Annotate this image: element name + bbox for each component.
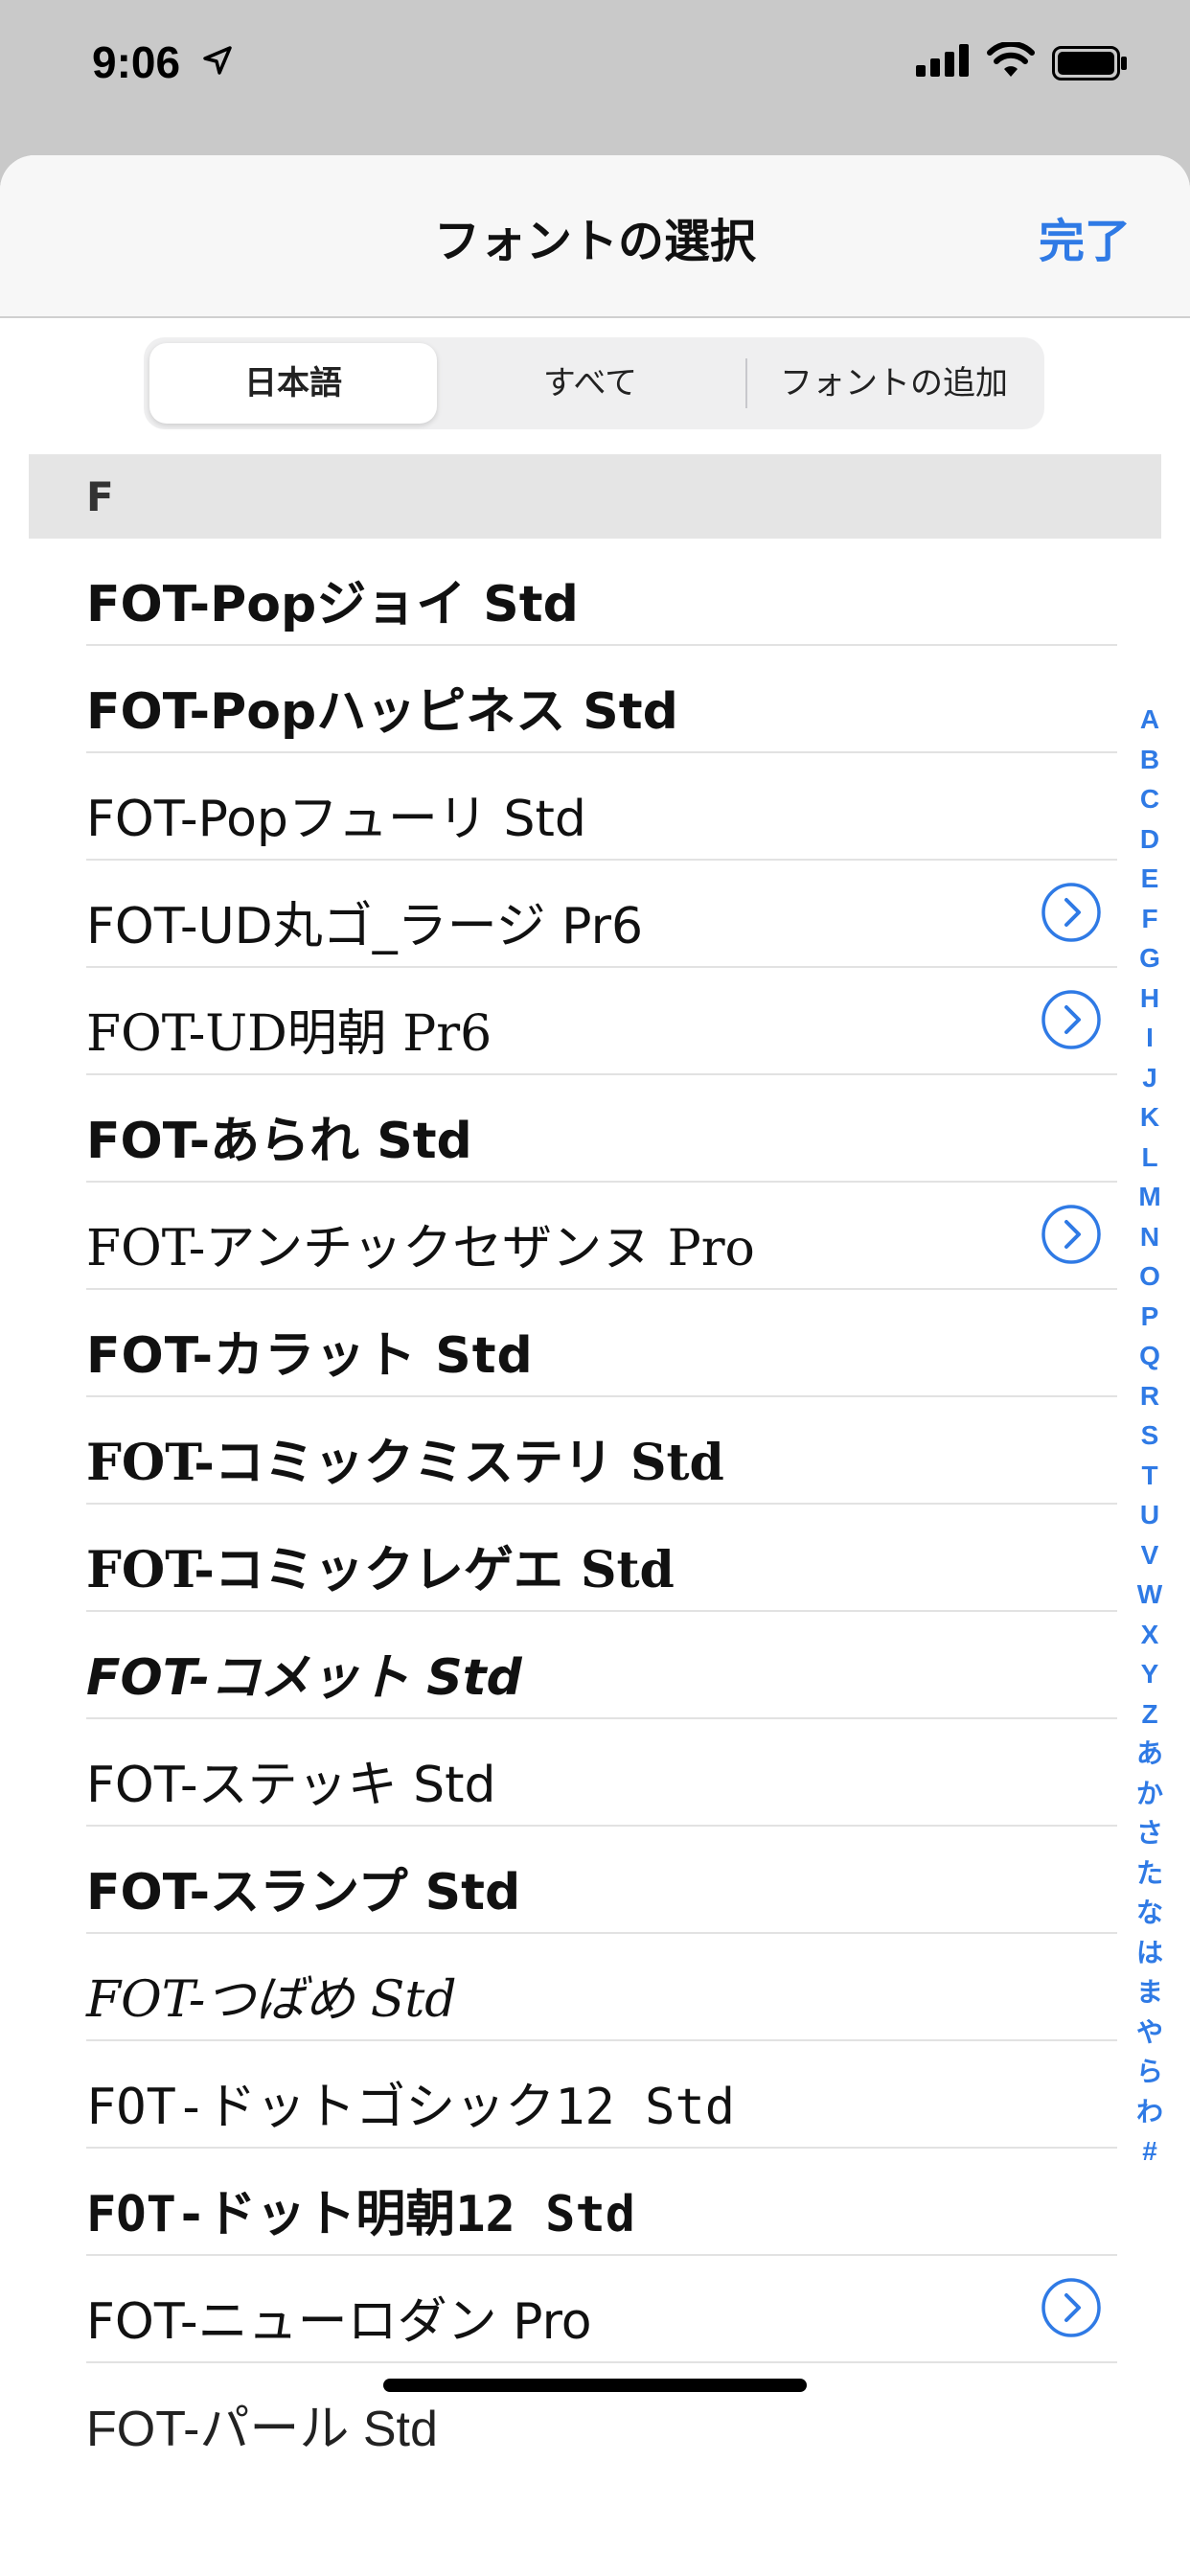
font-name-label: FOT-カラット Std: [86, 1327, 534, 1385]
index-letter[interactable]: G: [1127, 938, 1173, 978]
index-letter[interactable]: B: [1127, 740, 1173, 780]
segmented-control: 日本語 すべて フォントの追加: [144, 337, 1044, 429]
font-row[interactable]: FOT-ドットゴシック12 Std: [86, 2041, 1117, 2149]
font-name-label: FOT-コメット Std: [86, 1649, 522, 1707]
wifi-icon: [987, 42, 1035, 77]
detail-disclosure-icon[interactable]: [1041, 1204, 1102, 1265]
index-letter[interactable]: か: [1127, 1774, 1173, 1814]
font-row[interactable]: FOT-ニューロダン Pro: [86, 2256, 1117, 2363]
font-name-label: FOT-UD丸ゴ_ラージ Pr6: [86, 898, 644, 955]
detail-disclosure-icon[interactable]: [1041, 989, 1102, 1050]
status-bar: 9:06: [0, 0, 1190, 144]
index-letter[interactable]: P: [1127, 1297, 1173, 1337]
page-title: フォントの選択: [433, 215, 756, 268]
font-row[interactable]: FOT-アンチックセザンヌ Pro: [86, 1183, 1117, 1290]
font-row[interactable]: FOT-UD明朝 Pr6: [86, 968, 1117, 1075]
index-letter[interactable]: な: [1127, 1893, 1173, 1933]
index-letter[interactable]: D: [1127, 819, 1173, 860]
index-letter[interactable]: #: [1127, 2131, 1173, 2172]
font-name-label: FOT-ニューロダン Pro: [86, 2293, 592, 2351]
segment-all[interactable]: すべて: [446, 343, 734, 424]
font-row[interactable]: FOT-あられ Std: [86, 1075, 1117, 1183]
font-name-label: FOT-つばめ Std: [86, 1971, 457, 2029]
section-header-label: F: [86, 473, 114, 520]
font-name-label: FOT-パール Std: [86, 2402, 438, 2457]
font-name-label: FOT-ドットゴシック12 Std: [86, 2079, 736, 2136]
font-name-label: FOT-アンチックセザンヌ Pro: [86, 1220, 755, 1277]
index-letter[interactable]: や: [1127, 2012, 1173, 2053]
index-letter[interactable]: ら: [1127, 2052, 1173, 2092]
segment-divider: [745, 358, 747, 408]
font-name-label: FOT-あられ Std: [86, 1113, 472, 1170]
font-name-label: FOT-ドット明朝12 Std: [86, 2186, 636, 2243]
index-letter[interactable]: Q: [1127, 1336, 1173, 1376]
index-letter[interactable]: わ: [1127, 2092, 1173, 2132]
font-name-label: FOT-ステッキ Std: [86, 1757, 496, 1814]
index-letter[interactable]: T: [1127, 1456, 1173, 1496]
cellular-signal-icon: [916, 44, 969, 77]
font-row[interactable]: FOT-ステッキ Std: [86, 1719, 1117, 1827]
font-row[interactable]: FOT-UD丸ゴ_ラージ Pr6: [86, 861, 1117, 968]
index-letter[interactable]: J: [1127, 1058, 1173, 1098]
index-letter[interactable]: O: [1127, 1256, 1173, 1297]
index-letter[interactable]: Z: [1127, 1694, 1173, 1735]
font-name-label: FOT-Popジョイ Std: [86, 576, 579, 633]
font-row[interactable]: FOT-カラット Std: [86, 1290, 1117, 1397]
segment-add-fonts[interactable]: フォントの追加: [749, 343, 1039, 424]
location-arrow-icon: [203, 46, 232, 75]
index-letter[interactable]: A: [1127, 700, 1173, 740]
index-letter[interactable]: I: [1127, 1018, 1173, 1058]
font-list: FOT-Popジョイ Std FOT-Popハッピネス Std FOT-Popフュー…: [0, 539, 1190, 2469]
index-letter[interactable]: L: [1127, 1138, 1173, 1178]
font-name-label: FOT-コミックミステリ Std: [86, 1434, 724, 1492]
index-letter[interactable]: S: [1127, 1415, 1173, 1456]
font-row[interactable]: FOT-Popフューリ Std: [86, 753, 1117, 861]
index-letter[interactable]: H: [1127, 978, 1173, 1019]
font-row[interactable]: FOT-ドット明朝12 Std: [86, 2149, 1117, 2256]
font-name-label: FOT-スランプ Std: [86, 1864, 521, 1921]
font-row[interactable]: FOT-Popジョイ Std: [86, 539, 1117, 646]
index-letter[interactable]: W: [1127, 1575, 1173, 1615]
index-letter[interactable]: R: [1127, 1376, 1173, 1416]
font-name-label: FOT-Popフューリ Std: [86, 791, 586, 848]
index-letter[interactable]: C: [1127, 779, 1173, 819]
status-time: 9:06: [92, 37, 181, 87]
font-row[interactable]: FOT-コミックレゲエ Std: [86, 1505, 1117, 1612]
font-name-label: FOT-UD明朝 Pr6: [86, 1005, 492, 1063]
index-letter[interactable]: は: [1127, 1933, 1173, 1973]
navigation-bar: フォントの選択 完了: [0, 155, 1190, 318]
index-letter[interactable]: Y: [1127, 1654, 1173, 1694]
section-index-bar[interactable]: A B C D E F G H I J K L M N O P Q R S T U V W X Y Z あかさたなはまやらわ #: [1127, 700, 1173, 2172]
index-letter[interactable]: さ: [1127, 1813, 1173, 1853]
font-row[interactable]: FOT-スランプ Std: [86, 1827, 1117, 1934]
font-row[interactable]: FOT-コメット Std: [86, 1612, 1117, 1719]
segment-japanese[interactable]: 日本語: [149, 343, 437, 424]
index-letter[interactable]: X: [1127, 1615, 1173, 1655]
battery-icon: [1052, 46, 1127, 80]
index-letter[interactable]: V: [1127, 1535, 1173, 1576]
font-name-label: FOT-Popハッピネス Std: [86, 683, 678, 741]
font-row[interactable]: FOT-Popハッピネス Std: [86, 646, 1117, 753]
index-letter[interactable]: E: [1127, 859, 1173, 899]
section-header: F: [29, 454, 1161, 539]
font-row[interactable]: FOT-コミックミステリ Std: [86, 1397, 1117, 1505]
index-letter[interactable]: あ: [1127, 1734, 1173, 1774]
index-letter[interactable]: K: [1127, 1097, 1173, 1138]
font-picker-sheet: フォントの選択 完了 日本語 すべて フォントの追加 F FOT-Popジョイ …: [0, 155, 1190, 2576]
done-button[interactable]: 完了: [1039, 203, 1131, 270]
index-letter[interactable]: M: [1127, 1177, 1173, 1217]
index-letter[interactable]: ま: [1127, 1972, 1173, 2012]
font-row[interactable]: FOT-つばめ Std: [86, 1934, 1117, 2041]
index-letter[interactable]: N: [1127, 1217, 1173, 1257]
index-letter[interactable]: た: [1127, 1853, 1173, 1894]
home-indicator: [383, 2379, 807, 2392]
index-letter[interactable]: F: [1127, 899, 1173, 939]
font-name-label: FOT-コミックレゲエ Std: [86, 1541, 675, 1599]
index-letter[interactable]: U: [1127, 1495, 1173, 1535]
detail-disclosure-icon[interactable]: [1041, 2277, 1102, 2338]
detail-disclosure-icon[interactable]: [1041, 882, 1102, 943]
